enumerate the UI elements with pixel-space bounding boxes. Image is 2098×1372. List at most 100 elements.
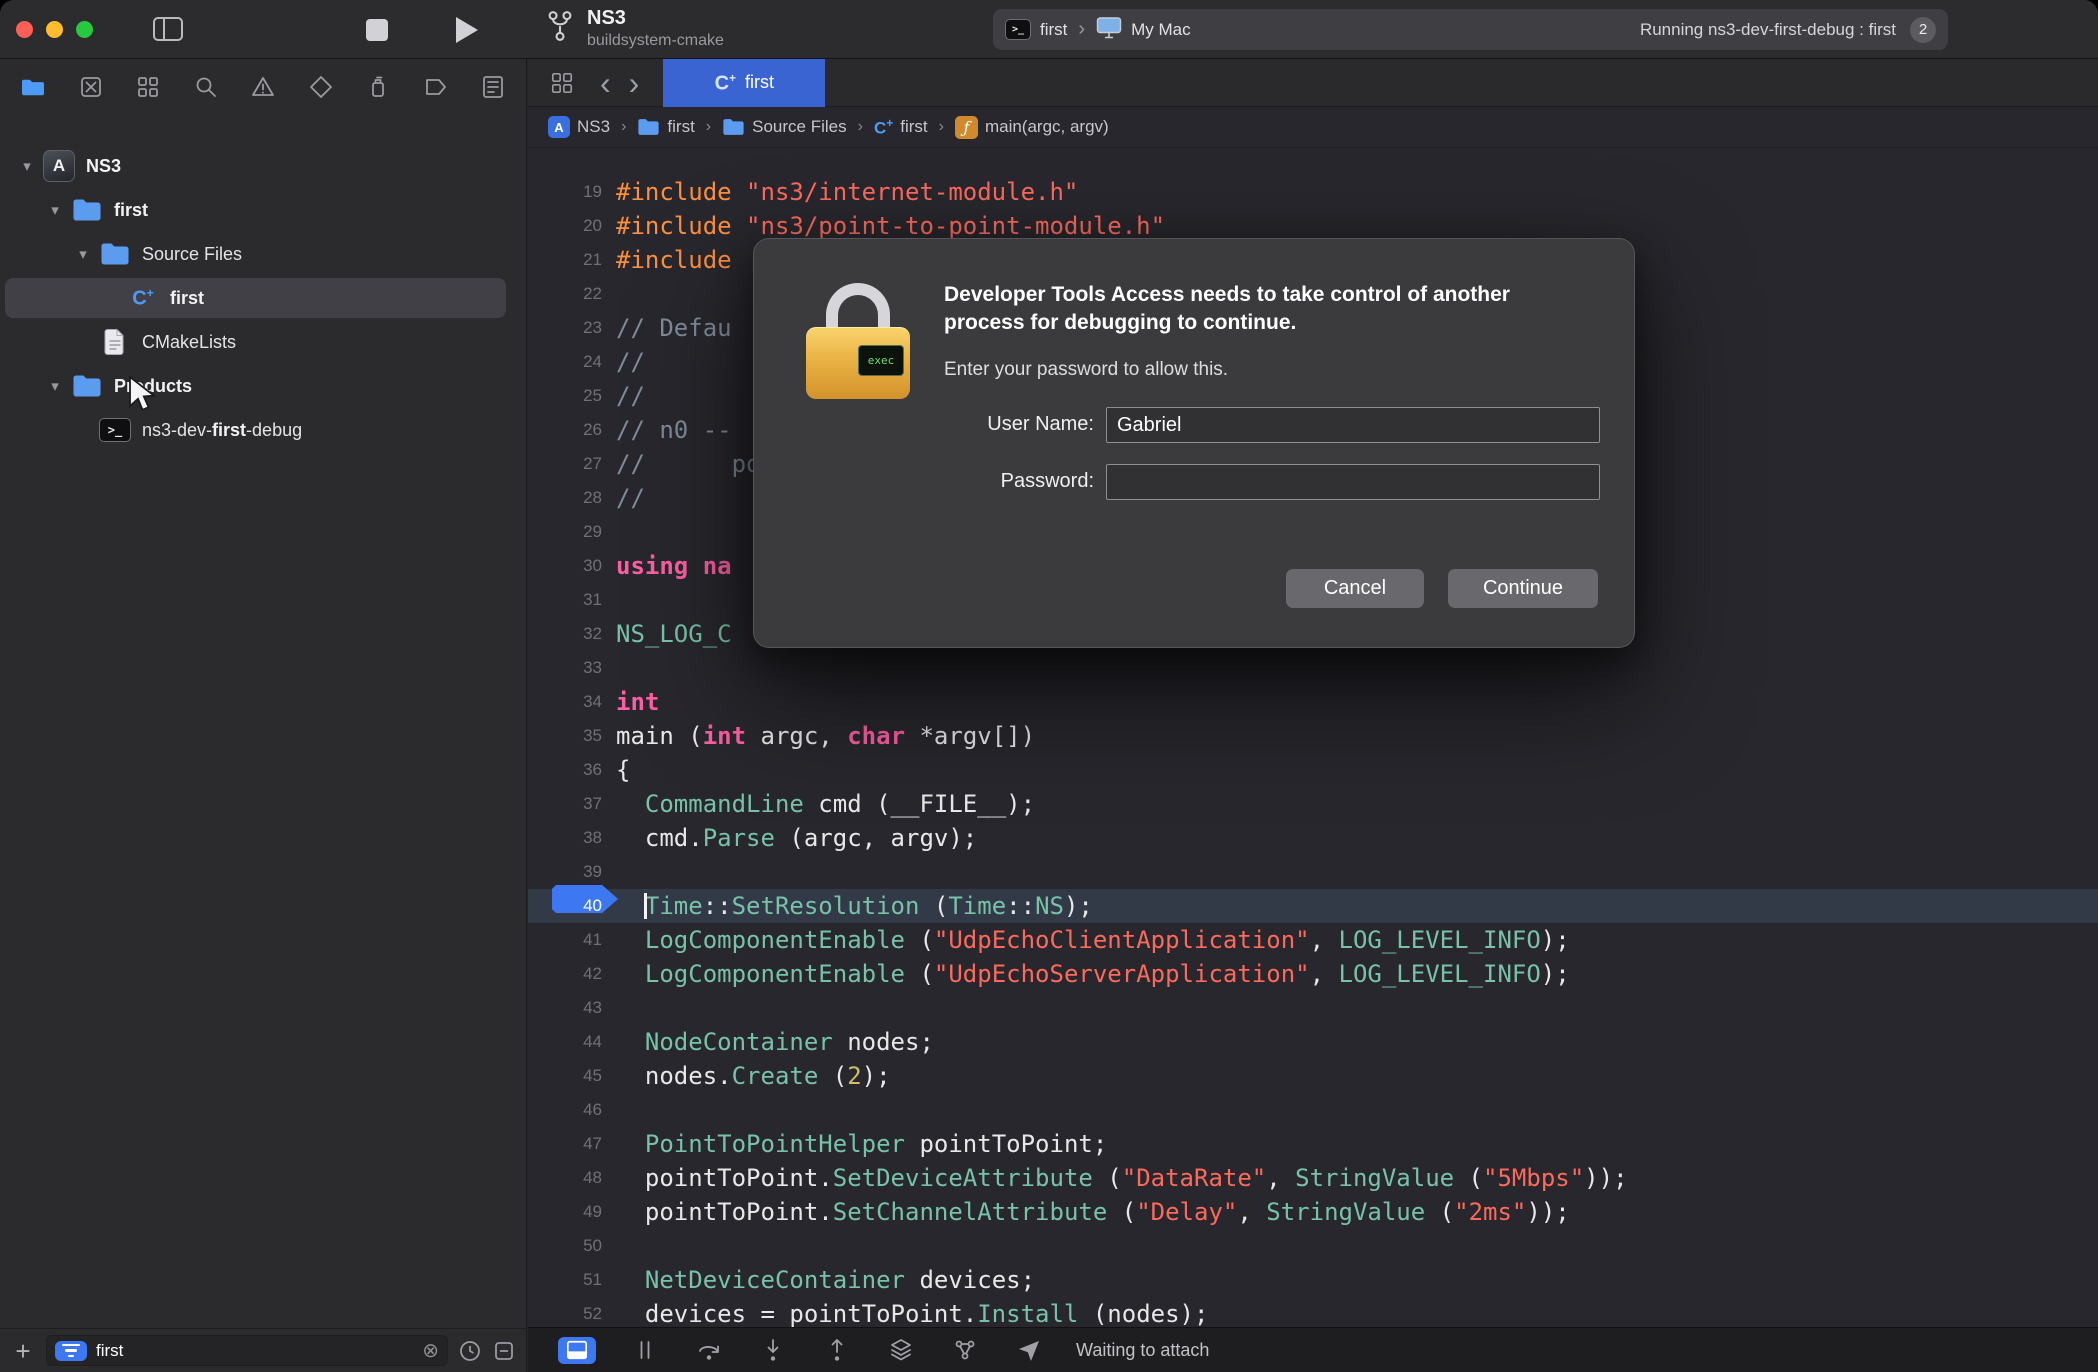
breadcrumb-item[interactable]: ANS3 xyxy=(548,116,610,138)
stop-button[interactable] xyxy=(366,19,388,41)
project-navigator-icon[interactable] xyxy=(16,70,50,104)
navigator-sidebar: ▾ANS3▾first▾Source FilesC+firstCMakeList… xyxy=(0,59,527,1372)
pause-icon[interactable] xyxy=(630,1335,660,1365)
destination-mac-icon xyxy=(1096,16,1122,44)
symbol-navigator-icon[interactable] xyxy=(131,70,165,104)
breadcrumb: ANS3›first›Source Files›C+first›ƒmain(ar… xyxy=(528,107,2098,148)
breadcrumb-item[interactable]: ƒmain(argc, argv) xyxy=(955,116,1109,139)
breakpoint-navigator-icon[interactable] xyxy=(419,70,453,104)
close-button[interactable] xyxy=(16,21,33,38)
minimize-button[interactable] xyxy=(46,21,63,38)
sidebar-item-ns3-dev-first-debug[interactable]: >_ns3-dev-first-debug xyxy=(0,408,526,452)
code-line-45: 45 nodes.Create (2); xyxy=(528,1059,2098,1093)
source-control-filter-icon[interactable] xyxy=(492,1339,516,1363)
cpp-file-icon: C+ xyxy=(715,72,736,94)
lock-icon: exec xyxy=(806,281,910,403)
step-into-icon[interactable] xyxy=(758,1335,788,1365)
memory-graph-icon[interactable] xyxy=(950,1335,980,1365)
filter-input[interactable]: first xyxy=(96,1341,413,1361)
cpp-icon: C+ xyxy=(124,287,162,309)
code-line-51: 51 NetDeviceContainer devices; xyxy=(528,1263,2098,1297)
recent-files-icon[interactable] xyxy=(458,1339,482,1363)
simulate-location-icon[interactable] xyxy=(1014,1335,1044,1365)
folder-icon xyxy=(68,198,106,222)
xcode-window: NS3 buildsystem-cmake >_ first › My Mac … xyxy=(0,0,2098,1372)
project-icon: A xyxy=(40,150,78,182)
disclosure-triangle[interactable]: ▾ xyxy=(42,201,68,219)
view-hierarchy-icon[interactable] xyxy=(886,1335,916,1365)
zoom-button[interactable] xyxy=(76,21,93,38)
sidebar-item-first[interactable]: C+first xyxy=(0,276,526,320)
dialog-subtitle: Enter your password to allow this. xyxy=(944,359,1228,381)
forward-icon[interactable]: › xyxy=(629,67,640,99)
activity-view: >_ first › My Mac Running ns3-dev-first-… xyxy=(993,9,1948,50)
password-label: Password: xyxy=(854,470,1094,493)
cancel-button[interactable]: Cancel xyxy=(1286,569,1424,608)
folder-icon xyxy=(637,118,660,136)
run-button[interactable] xyxy=(456,17,478,43)
project-tree: ▾ANS3▾first▾Source FilesC+firstCMakeList… xyxy=(0,144,526,452)
username-input[interactable] xyxy=(1106,407,1600,443)
add-button[interactable]: + xyxy=(10,1338,36,1364)
issues-badge[interactable]: 2 xyxy=(1910,17,1936,43)
report-navigator-icon[interactable] xyxy=(476,70,510,104)
doc-icon xyxy=(96,328,134,356)
scheme-selector[interactable]: >_ first › My Mac xyxy=(1005,16,1191,44)
debug-navigator-icon[interactable] xyxy=(361,70,395,104)
scheme-branch-icon xyxy=(545,8,575,49)
activity-status[interactable]: Running ns3-dev-first-debug : first 2 xyxy=(1640,17,1936,43)
continue-button[interactable]: Continue xyxy=(1448,569,1598,608)
breadcrumb-item[interactable]: first xyxy=(637,117,694,137)
debug-status: Waiting to attach xyxy=(1076,1340,1209,1361)
tab-first[interactable]: C+ first xyxy=(663,59,825,107)
code-line-50: 50 xyxy=(528,1229,2098,1263)
scheme-name[interactable]: first xyxy=(1040,20,1067,40)
back-icon[interactable]: ‹ xyxy=(600,67,611,99)
code-line-46: 46 xyxy=(528,1093,2098,1127)
step-over-icon[interactable] xyxy=(694,1335,724,1365)
developer-tools-access-dialog: exec Developer Tools Access needs to tak… xyxy=(753,238,1635,648)
sidebar-toggle-icon[interactable] xyxy=(152,15,184,48)
destination-name[interactable]: My Mac xyxy=(1131,20,1191,40)
breadcrumb-item[interactable]: C+first xyxy=(874,117,928,137)
mouse-cursor xyxy=(126,375,156,418)
source-control-navigator-icon[interactable] xyxy=(74,70,108,104)
project-status: NS3 buildsystem-cmake xyxy=(545,7,724,50)
code-line-19: 19#include "ns3/internet-module.h" xyxy=(528,175,2098,209)
function-icon: ƒ xyxy=(955,116,978,139)
folder-icon xyxy=(722,118,745,136)
sidebar-item-first[interactable]: ▾first xyxy=(0,188,526,232)
text-cursor xyxy=(644,893,647,919)
disclosure-triangle[interactable]: ▾ xyxy=(42,377,68,395)
disclosure-triangle[interactable]: ▾ xyxy=(14,157,40,175)
issue-navigator-icon[interactable] xyxy=(246,70,280,104)
sidebar-item-cmakelists[interactable]: CMakeLists xyxy=(0,320,526,364)
sidebar-item-ns3[interactable]: ▾ANS3 xyxy=(0,144,526,188)
test-navigator-icon[interactable] xyxy=(304,70,338,104)
project-subtitle: buildsystem-cmake xyxy=(587,32,724,50)
scheme-target-icon: >_ xyxy=(1005,19,1031,40)
clear-filter-icon[interactable]: ⊗ xyxy=(422,1338,439,1363)
sidebar-item-products[interactable]: ▾Products xyxy=(0,364,526,408)
breadcrumb-item[interactable]: Source Files xyxy=(722,117,846,137)
step-out-icon[interactable] xyxy=(822,1335,852,1365)
cpp-icon: C+ xyxy=(874,117,893,137)
filter-field[interactable]: first ⊗ xyxy=(46,1335,448,1366)
find-navigator-icon[interactable] xyxy=(189,70,223,104)
breadcrumb-separator: › xyxy=(856,118,865,136)
related-items-icon[interactable] xyxy=(550,71,574,95)
filter-bar: + first ⊗ xyxy=(0,1328,526,1372)
debug-bar: Waiting to attach xyxy=(528,1327,2098,1372)
status-text: Running ns3-dev-first-debug : first xyxy=(1640,20,1896,40)
sidebar-item-source-files[interactable]: ▾Source Files xyxy=(0,232,526,276)
breadcrumb-separator: › xyxy=(619,118,628,136)
code-line-41: 41 LogComponentEnable ("UdpEchoClientApp… xyxy=(528,923,2098,957)
code-line-36: 36{ xyxy=(528,753,2098,787)
debug-area-toggle-icon[interactable] xyxy=(558,1337,596,1364)
tab-bar: ‹ › C+ first xyxy=(528,59,2098,107)
password-input[interactable] xyxy=(1106,464,1600,500)
code-line-35: 35main (int argc, char *argv[]) xyxy=(528,719,2098,753)
disclosure-triangle[interactable]: ▾ xyxy=(70,245,96,263)
code-line-33: 33 xyxy=(528,651,2098,685)
code-line-43: 43 xyxy=(528,991,2098,1025)
